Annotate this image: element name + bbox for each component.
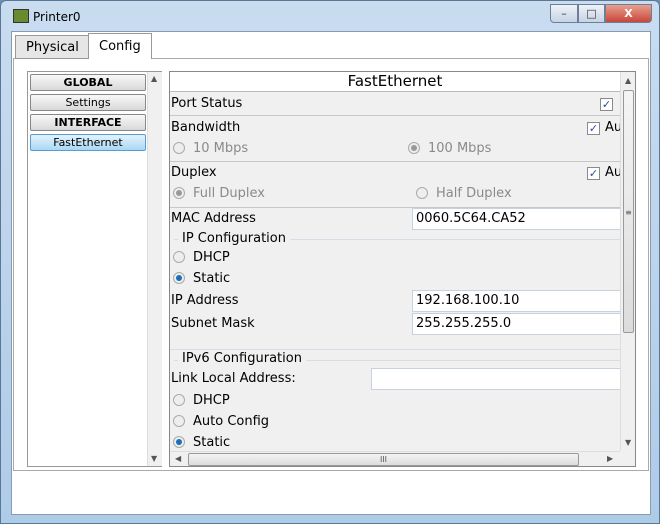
bandwidth-label: Bandwidth bbox=[171, 120, 241, 135]
maximize-button[interactable]: □ bbox=[578, 4, 605, 23]
scroll-down-icon[interactable]: ▼ bbox=[625, 438, 631, 447]
sidebar-item-settings[interactable]: Settings bbox=[30, 94, 146, 111]
radio-ipv4-static[interactable]: Static bbox=[171, 271, 230, 286]
radio-100mbps[interactable]: 100 Mbps bbox=[406, 141, 491, 156]
tab-config[interactable]: Config bbox=[88, 33, 152, 59]
radio-ipv6-auto-config[interactable]: Auto Config bbox=[171, 414, 269, 429]
bandwidth-auto-checkbox[interactable]: ✓ bbox=[587, 122, 600, 135]
vertical-scroll-thumb[interactable]: ≡ bbox=[623, 90, 634, 333]
horizontal-scrollbar[interactable]: ◀ III ▶ bbox=[170, 451, 620, 466]
close-button[interactable]: X bbox=[605, 4, 652, 23]
radio-ipv6-static[interactable]: Static bbox=[171, 435, 230, 450]
duplex-auto-checkbox[interactable]: ✓ bbox=[587, 167, 600, 180]
scroll-left-icon[interactable]: ◀ bbox=[175, 454, 181, 463]
port-status-label: Port Status bbox=[171, 96, 243, 111]
mac-address-input[interactable]: 0060.5C64.CA52 bbox=[412, 208, 622, 230]
link-local-input[interactable] bbox=[371, 368, 622, 390]
vertical-scrollbar[interactable]: ▲ ≡ ▼ bbox=[620, 72, 635, 451]
mac-address-label: MAC Address bbox=[171, 211, 256, 226]
radio-ipv6-dhcp[interactable]: DHCP bbox=[171, 393, 230, 408]
horizontal-scroll-thumb[interactable]: III bbox=[188, 453, 579, 466]
radio-full-duplex[interactable]: Full Duplex bbox=[171, 186, 265, 201]
scroll-down-icon[interactable]: ▼ bbox=[151, 454, 157, 463]
radio-half-duplex[interactable]: Half Duplex bbox=[414, 186, 512, 201]
subnet-mask-input[interactable]: 255.255.255.0 bbox=[412, 313, 622, 335]
printer-icon bbox=[13, 9, 29, 23]
ipv6-configuration-group: IPv6 Configuration bbox=[178, 351, 306, 366]
interface-panel: FastEthernet Port Status ✓ Bandwidth ✓ A… bbox=[169, 71, 636, 467]
radio-ipv4-dhcp[interactable]: DHCP bbox=[171, 250, 230, 265]
sidebar-scrollbar[interactable]: ▲ ▼ bbox=[147, 72, 162, 466]
ip-configuration-group: IP Configuration bbox=[178, 231, 290, 246]
sidebar-list: GLOBAL Settings INTERFACE FastEthernet ▲… bbox=[27, 71, 162, 467]
tab-physical[interactable]: Physical bbox=[15, 35, 90, 59]
link-local-label: Link Local Address: bbox=[171, 371, 296, 386]
window: Printer0 – □ X Physical Config GLOBAL Se… bbox=[0, 0, 660, 524]
sidebar-item-interface[interactable]: INTERFACE bbox=[30, 114, 146, 131]
window-title: Printer0 bbox=[33, 10, 81, 24]
duplex-label: Duplex bbox=[171, 165, 217, 180]
sidebar-item-fastethernet[interactable]: FastEthernet bbox=[30, 134, 146, 151]
minimize-button[interactable]: – bbox=[550, 4, 578, 23]
ip-address-input[interactable]: 192.168.100.10 bbox=[412, 290, 622, 312]
scroll-right-icon[interactable]: ▶ bbox=[607, 454, 613, 463]
panel-title: FastEthernet bbox=[170, 72, 620, 92]
radio-10mbps[interactable]: 10 Mbps bbox=[171, 141, 248, 156]
ip-address-label: IP Address bbox=[171, 293, 239, 308]
subnet-mask-label: Subnet Mask bbox=[171, 316, 255, 331]
scroll-up-icon[interactable]: ▲ bbox=[625, 76, 631, 85]
sidebar-item-global[interactable]: GLOBAL bbox=[30, 74, 146, 91]
scroll-up-icon[interactable]: ▲ bbox=[151, 74, 157, 83]
port-status-checkbox[interactable]: ✓ bbox=[600, 98, 613, 111]
